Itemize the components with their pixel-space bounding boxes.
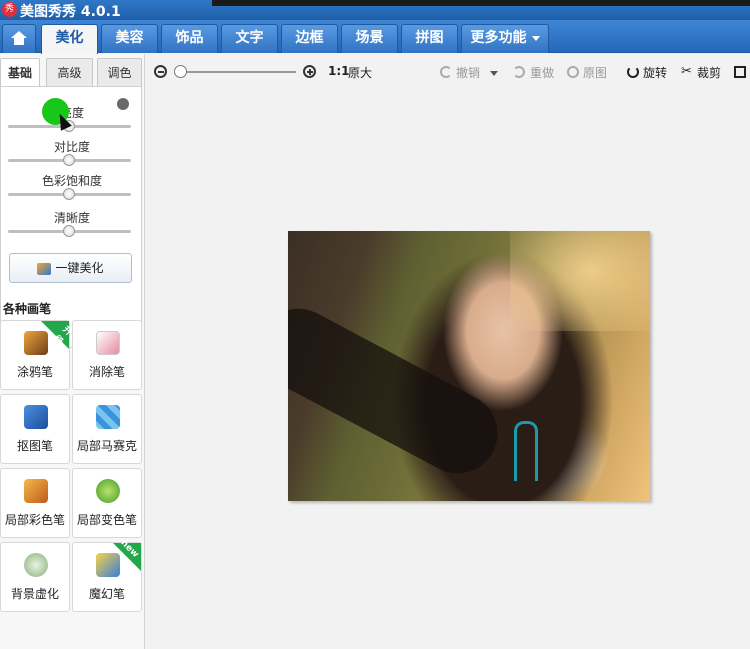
slider-label-saturation: 色彩饱和度	[41, 174, 102, 188]
crop-button[interactable]: 裁剪	[697, 64, 721, 81]
original-image-button[interactable]: 原图	[583, 64, 607, 81]
tool-doodle-pen[interactable]: 升级 涂鸦笔	[0, 320, 74, 390]
contrast-slider-thumb[interactable]	[63, 154, 75, 166]
undo-icon	[440, 66, 452, 78]
title-bar-dark-strip	[212, 0, 750, 6]
slider-label-sharpness: 清晰度	[53, 211, 90, 225]
chevron-down-icon[interactable]	[490, 71, 498, 76]
tool-label: 局部马赛克	[76, 439, 137, 453]
app-window: 秀 美图秀秀 4.0.1 美化 美容 饰品 文字 边框 场景 拼图 更多功能 基…	[0, 0, 750, 649]
main-nav: 美化 美容 饰品 文字 边框 场景 拼图 更多功能	[0, 20, 750, 54]
eraser-icon	[96, 331, 120, 355]
blur-background-icon	[24, 553, 48, 577]
tool-background-blur[interactable]: 背景虚化	[0, 542, 70, 612]
tool-label: 局部彩色笔	[4, 513, 65, 527]
tab-beautify[interactable]: 美化	[41, 24, 98, 54]
zoom-out-icon[interactable]	[154, 65, 167, 78]
paint-bucket-icon	[96, 479, 120, 503]
tool-cutout-pen[interactable]: 抠图笔	[0, 394, 70, 464]
tool-label: 魔幻笔	[88, 587, 125, 601]
undo-button[interactable]: 撤销	[456, 64, 480, 81]
subtab-color-tone[interactable]: 调色	[97, 58, 142, 87]
slider-label-brightness: 亮度	[59, 106, 84, 120]
one-key-beautify-label: 一键美化	[55, 261, 104, 275]
subtab-advanced[interactable]: 高级	[46, 58, 93, 87]
tool-local-color-pen[interactable]: 局部彩色笔	[0, 468, 70, 538]
color-brush-icon	[24, 479, 48, 503]
image-canvas[interactable]	[146, 90, 750, 649]
tab-border[interactable]: 边框	[281, 24, 338, 53]
zoom-slider-thumb[interactable]	[174, 65, 187, 78]
rotate-icon	[627, 66, 639, 78]
tab-scene[interactable]: 场景	[341, 24, 398, 53]
zoom-in-icon[interactable]	[303, 65, 316, 78]
tab-beauty[interactable]: 美容	[101, 24, 158, 53]
left-panel: 基础 高级 调色 亮度 对比度 色彩饱和度 清晰度 一键美化 各种画笔 升级 涂…	[0, 54, 145, 649]
actual-size-button[interactable]: 原大	[348, 64, 372, 81]
tool-local-mosaic[interactable]: 局部马赛克	[72, 394, 142, 464]
title-bar: 秀 美图秀秀 4.0.1	[0, 0, 750, 20]
mosaic-icon	[96, 405, 120, 429]
tool-label: 背景虚化	[10, 587, 59, 601]
photo-ribbon	[514, 421, 538, 481]
resize-icon[interactable]	[734, 66, 746, 78]
tool-local-recolor-pen[interactable]: 局部变色笔	[72, 468, 142, 538]
redo-button[interactable]: 重做	[530, 64, 554, 81]
rotate-button[interactable]: 旋转	[643, 64, 667, 81]
subtab-basic[interactable]: 基础	[0, 58, 40, 87]
edited-photo[interactable]	[288, 231, 650, 501]
brush-section-title: 各种画笔	[3, 302, 52, 316]
tool-label: 消除笔	[88, 365, 125, 379]
tab-home[interactable]	[2, 24, 36, 53]
window-title: 美图秀秀 4.0.1	[20, 4, 121, 20]
tab-more-features[interactable]: 更多功能	[461, 24, 549, 53]
tool-magic-pen[interactable]: new 魔幻笔	[72, 538, 142, 612]
tool-label: 抠图笔	[16, 439, 53, 453]
zoom-slider-track[interactable]	[176, 71, 296, 73]
original-image-icon	[567, 66, 579, 78]
saturation-slider-thumb[interactable]	[63, 188, 75, 200]
tab-accessories[interactable]: 饰品	[161, 24, 218, 53]
one-key-beautify-button[interactable]: 一键美化	[9, 253, 132, 283]
redo-icon	[513, 66, 525, 78]
tab-collage[interactable]: 拼图	[401, 24, 458, 53]
actual-size-prefix[interactable]: 1:1	[328, 64, 350, 78]
upgrade-badge: 升级	[41, 321, 74, 349]
photo-foreground-shadow	[288, 294, 512, 488]
sharpness-slider-thumb[interactable]	[63, 225, 75, 237]
new-badge: new	[113, 538, 141, 571]
cutout-pen-icon	[24, 405, 48, 429]
tool-label: 局部变色笔	[76, 513, 137, 527]
home-icon	[11, 31, 27, 45]
tool-label: 涂鸦笔	[16, 365, 53, 379]
chevron-down-icon	[531, 35, 540, 41]
tab-more-label: 更多功能	[470, 30, 527, 46]
tab-text[interactable]: 文字	[221, 24, 278, 53]
tool-eraser-pen[interactable]: 消除笔	[72, 320, 142, 390]
magic-wand-icon	[37, 262, 52, 275]
app-logo-icon: 秀	[2, 2, 17, 17]
photo-light-glow	[510, 231, 650, 331]
image-toolbar: 1:1 原大 撤销 重做 原图 旋转 ✂ 裁剪	[146, 54, 750, 90]
scissors-icon: ✂	[681, 64, 692, 79]
slider-label-contrast: 对比度	[53, 140, 90, 154]
